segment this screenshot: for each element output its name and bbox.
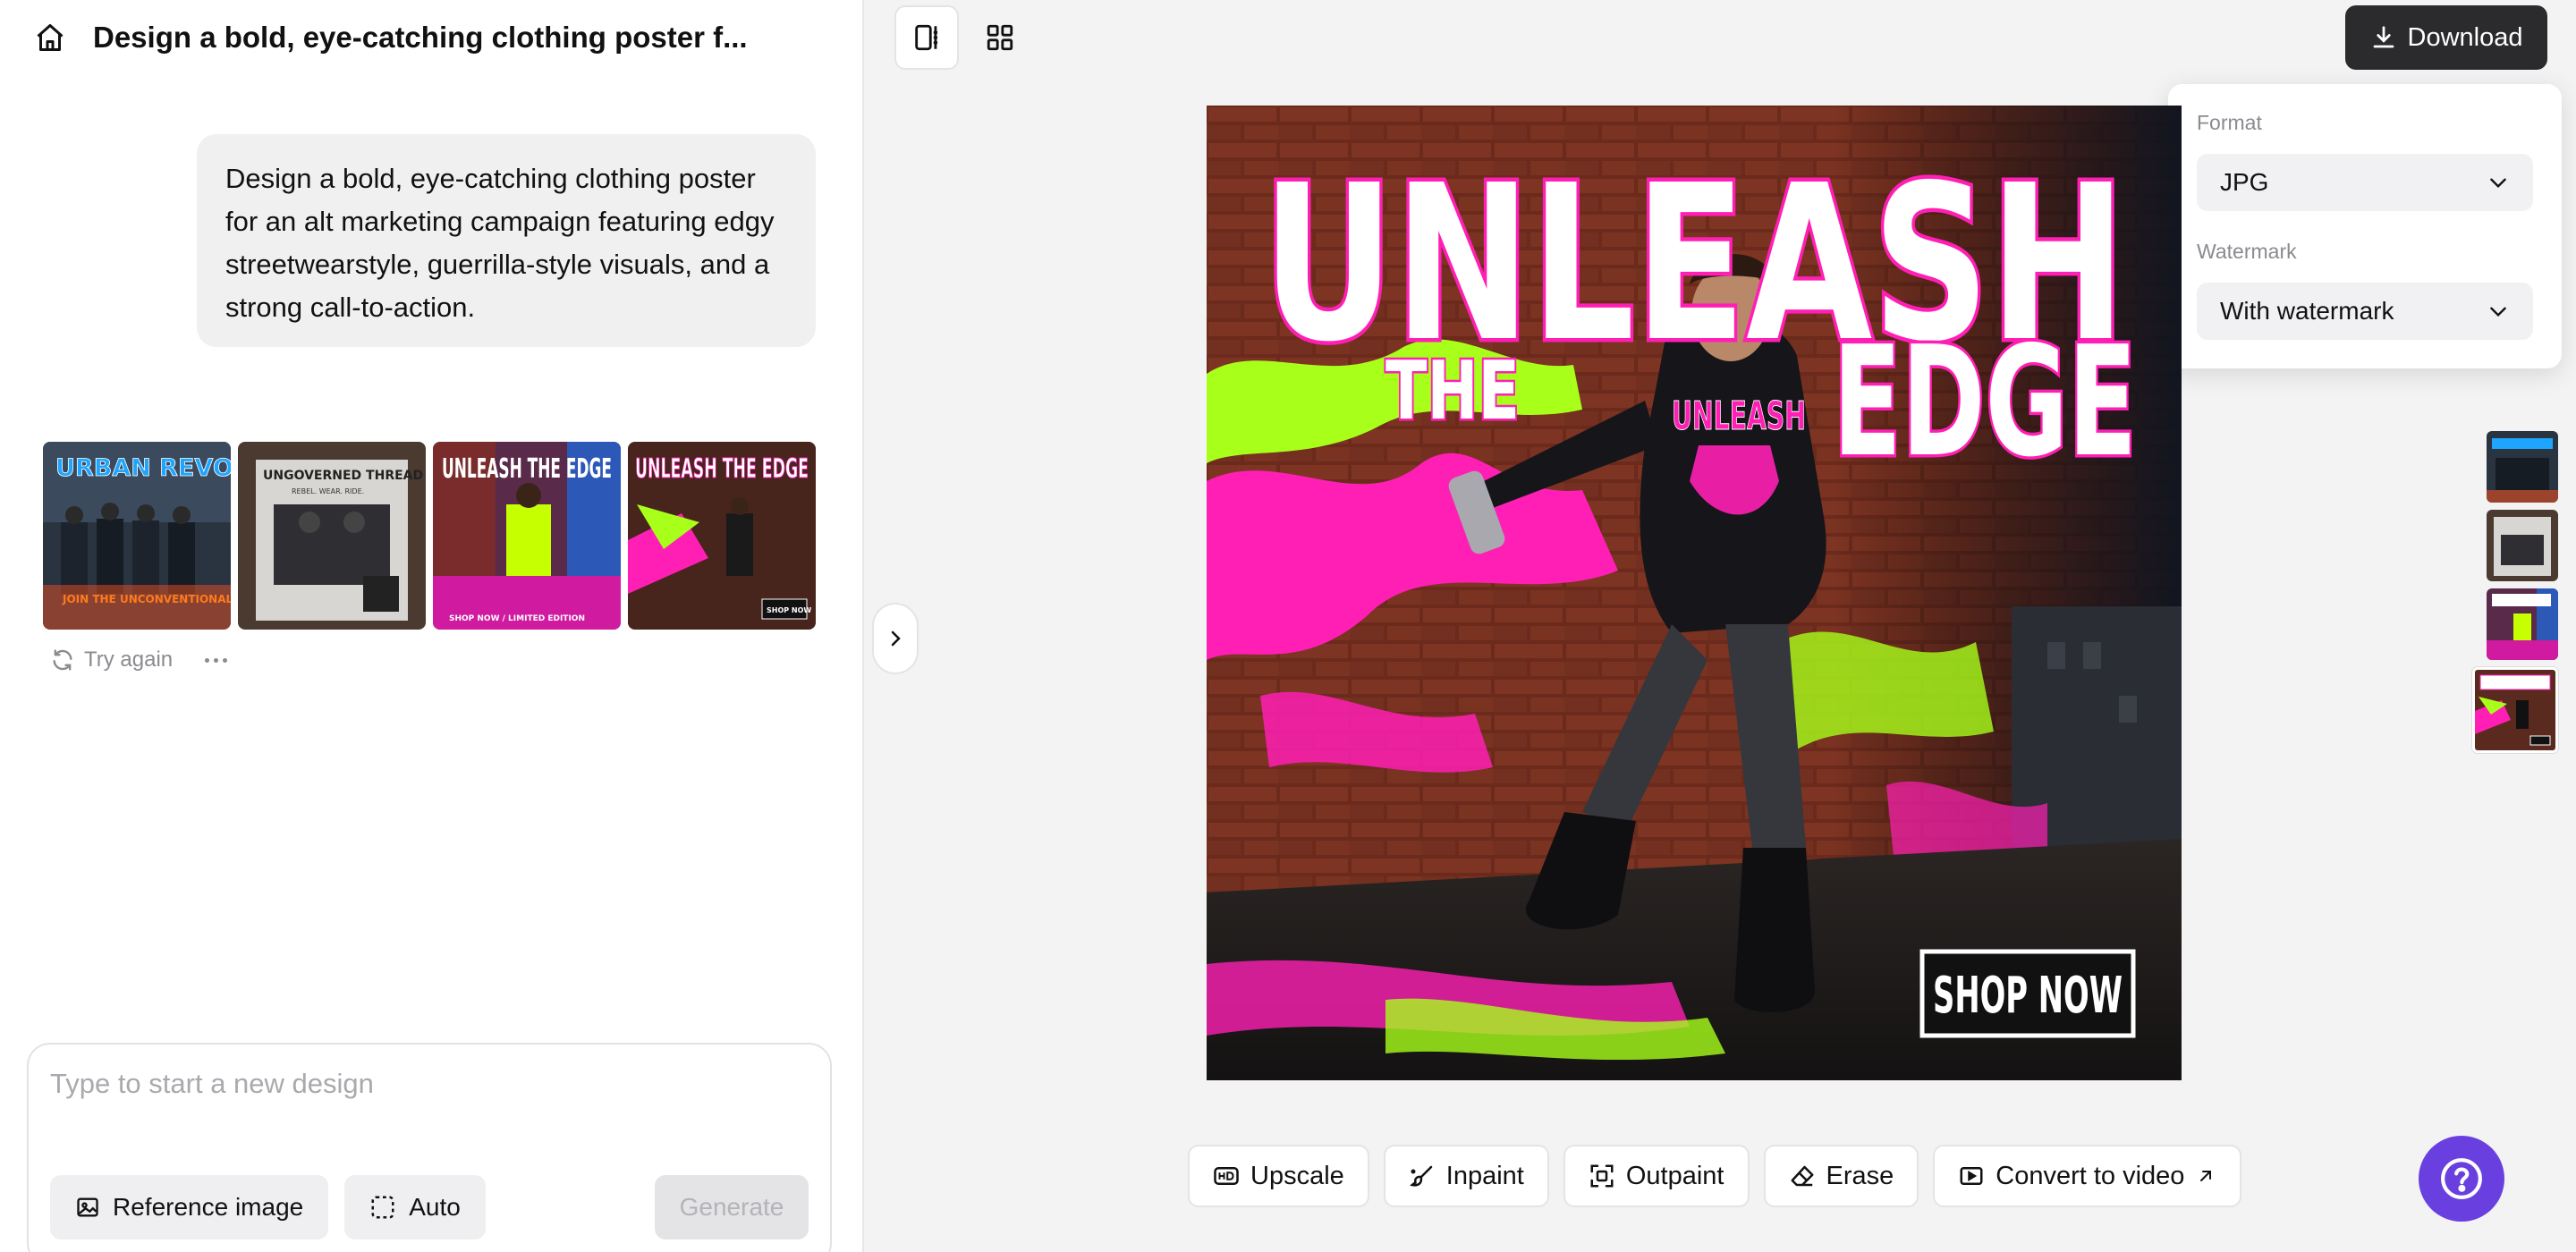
svg-text:UNGOVERNED THREAD: UNGOVERNED THREAD: [263, 469, 423, 483]
panel-view-icon: [915, 24, 938, 51]
poster-cta: SHOP NOW: [1933, 967, 2123, 1025]
svg-text:JOIN THE UNCONVENTIONAL: JOIN THE UNCONVENTIONAL: [62, 593, 231, 605]
download-button[interactable]: Download: [2345, 5, 2547, 70]
result-thumbnail-3[interactable]: UNLEASH THE EDGE SHOP NOW / LIMITED EDIT…: [433, 442, 621, 630]
format-value: JPG: [2220, 168, 2269, 196]
help-button[interactable]: [2419, 1136, 2504, 1222]
try-again-label: Try again: [84, 647, 174, 672]
svg-text:SHOP NOW: SHOP NOW: [767, 606, 811, 614]
result-thumbnail-1[interactable]: URBAN REVOL JOIN THE UNCONVENTIONAL: [43, 442, 231, 630]
download-icon: [2373, 26, 2394, 48]
variant-thumb-1[interactable]: [2487, 431, 2558, 503]
single-view-button[interactable]: [894, 5, 959, 70]
outpaint-label: Outpaint: [1625, 1161, 1724, 1190]
thumbnail-image: UNLEASH THE EDGE SHOP NOW: [628, 442, 816, 630]
erase-button[interactable]: Erase: [1763, 1145, 1919, 1207]
composer-options: Reference image Auto: [50, 1175, 486, 1239]
grid-view-button[interactable]: [968, 5, 1032, 70]
outpaint-button[interactable]: Outpaint: [1563, 1145, 1750, 1207]
thumbnail-image: URBAN REVOL JOIN THE UNCONVENTIONAL: [43, 442, 231, 630]
format-label: Format: [2197, 111, 2262, 134]
hoodie-print-text: UNLEASH: [1672, 393, 1806, 439]
variant-strip: [2472, 431, 2558, 753]
more-dot: [223, 657, 228, 663]
variant-image: [2487, 588, 2558, 660]
auto-button[interactable]: Auto: [344, 1175, 486, 1239]
chevron-down-icon: [2490, 307, 2506, 317]
variant-image: [2475, 670, 2555, 750]
image-icon: [77, 1197, 98, 1217]
upscale-button[interactable]: Upscale: [1188, 1145, 1369, 1207]
grid-icon: [987, 24, 1013, 51]
home-icon: [37, 24, 64, 51]
view-toggle: [894, 5, 1032, 70]
try-again-button[interactable]: Try again: [50, 647, 173, 673]
eraser-icon: [1791, 1165, 1813, 1187]
chevron-right-icon: [891, 630, 901, 647]
reference-image-button[interactable]: Reference image: [50, 1175, 329, 1239]
svg-text:SHOP NOW / LIMITED EDITION: SHOP NOW / LIMITED EDITION: [449, 614, 585, 623]
poster-headline-the: THE: [1385, 344, 1520, 438]
erase-label: Erase: [1826, 1161, 1894, 1190]
inpaint-button[interactable]: Inpaint: [1383, 1145, 1549, 1207]
thumbnail-image: UNLEASH THE EDGE SHOP NOW / LIMITED EDIT…: [433, 442, 621, 630]
refresh-icon: [53, 649, 72, 671]
main-poster-image[interactable]: UNLEASH UNLEASH THE EDGE SHOP NOW: [1207, 106, 2182, 1080]
reference-image-label: Reference image: [113, 1193, 304, 1221]
more-options-button[interactable]: [205, 649, 228, 671]
chat-header: Design a bold, eye-catching clothing pos…: [27, 16, 748, 59]
svg-text:REBEL. WEAR. RIDE.: REBEL. WEAR. RIDE.: [292, 487, 364, 495]
download-label: Download: [2407, 22, 2523, 52]
svg-text:URBAN REVOL: URBAN REVOL: [55, 454, 231, 482]
format-select[interactable]: JPG: [2197, 154, 2533, 211]
upscale-label: Upscale: [1250, 1161, 1344, 1190]
variant-thumb-4[interactable]: [2472, 667, 2558, 753]
question-icon: [2441, 1158, 2482, 1199]
chevron-down-icon: [2490, 178, 2506, 189]
generate-button[interactable]: Generate: [655, 1175, 809, 1239]
result-actions: Try again: [50, 647, 228, 673]
more-dot: [214, 657, 219, 663]
collapse-panel-button[interactable]: [872, 603, 919, 674]
chat-panel: Design a bold, eye-catching clothing pos…: [0, 0, 864, 1252]
aspect-ratio-icon: [371, 1196, 394, 1219]
thumbnail-image: UNGOVERNED THREAD REBEL. WEAR. RIDE.: [238, 442, 426, 630]
watermark-label: Watermark: [2197, 240, 2297, 263]
result-thumbnail-4[interactable]: UNLEASH THE EDGE SHOP NOW: [628, 442, 816, 630]
arrow-up-right-icon: [2200, 1171, 2212, 1181]
variant-thumb-2[interactable]: [2487, 510, 2558, 581]
inpaint-label: Inpaint: [1445, 1161, 1524, 1190]
convert-to-video-button[interactable]: Convert to video: [1933, 1145, 2242, 1207]
expand-frame-icon: [1590, 1164, 1614, 1188]
svg-text:UNLEASH THE EDGE: UNLEASH THE EDGE: [442, 453, 612, 485]
result-thumbnail-2[interactable]: UNGOVERNED THREAD REBEL. WEAR. RIDE.: [238, 442, 426, 630]
svg-text:UNLEASH THE EDGE: UNLEASH THE EDGE: [635, 453, 809, 485]
auto-label: Auto: [409, 1193, 461, 1221]
download-options-menu: Format JPG Watermark With watermark: [2168, 84, 2562, 368]
page-title: Design a bold, eye-catching clothing pos…: [93, 21, 748, 54]
edit-toolbar: Upscale Inpaint Outpaint Erase Convert t…: [1188, 1145, 2242, 1207]
variant-image: [2487, 510, 2558, 581]
variant-image: [2487, 431, 2558, 503]
poster-artwork: UNLEASH UNLEASH THE EDGE SHOP NOW: [1207, 106, 2182, 1080]
watermark-value: With watermark: [2220, 297, 2394, 325]
video-icon: [1960, 1167, 1983, 1185]
result-thumbnails: URBAN REVOL JOIN THE UNCONVENTIONAL UNGO…: [43, 442, 816, 630]
convert-to-video-label: Convert to video: [1996, 1161, 2185, 1190]
poster-headline-edge: EDGE: [1833, 314, 2137, 491]
variant-thumb-3[interactable]: [2487, 588, 2558, 660]
hd-icon: [1214, 1167, 1239, 1185]
watermark-select[interactable]: With watermark: [2197, 283, 2533, 340]
composer: Type to start a new design Reference ima…: [27, 1043, 832, 1252]
composer-input[interactable]: Type to start a new design: [50, 1068, 374, 1100]
user-prompt-bubble: Design a bold, eye-catching clothing pos…: [197, 134, 816, 347]
more-dot: [205, 657, 210, 663]
home-button[interactable]: [27, 16, 73, 59]
brush-icon: [1409, 1165, 1433, 1187]
